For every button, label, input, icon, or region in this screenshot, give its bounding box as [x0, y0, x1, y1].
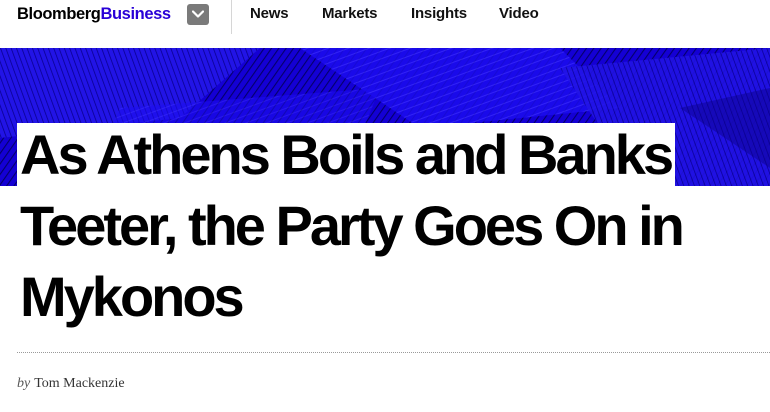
- top-nav: BloombergBusiness News Markets Insights …: [0, 0, 770, 34]
- byline: by Tom Mackenzie: [17, 376, 125, 392]
- nav-link-markets[interactable]: Markets: [322, 5, 377, 22]
- article-headline: As Athens Boils and Banks Teeter, the Pa…: [17, 119, 762, 332]
- headline-divider: [17, 352, 770, 353]
- bloomberg-business-logo[interactable]: BloombergBusiness: [17, 5, 171, 24]
- logo-sub: Business: [100, 5, 171, 23]
- nav-link-insights[interactable]: Insights: [411, 5, 467, 22]
- nav-link-news[interactable]: News: [250, 5, 289, 22]
- headline-text: As Athens Boils and Banks Teeter, the Pa…: [17, 123, 686, 328]
- chevron-down-icon: [192, 10, 204, 18]
- byline-prefix: by: [17, 376, 31, 391]
- author-link[interactable]: Tom Mackenzie: [34, 376, 124, 391]
- menu-dropdown-button[interactable]: [187, 4, 209, 25]
- nav-divider: [231, 0, 232, 34]
- logo-main: Bloomberg: [17, 5, 101, 23]
- nav-link-video[interactable]: Video: [499, 5, 539, 22]
